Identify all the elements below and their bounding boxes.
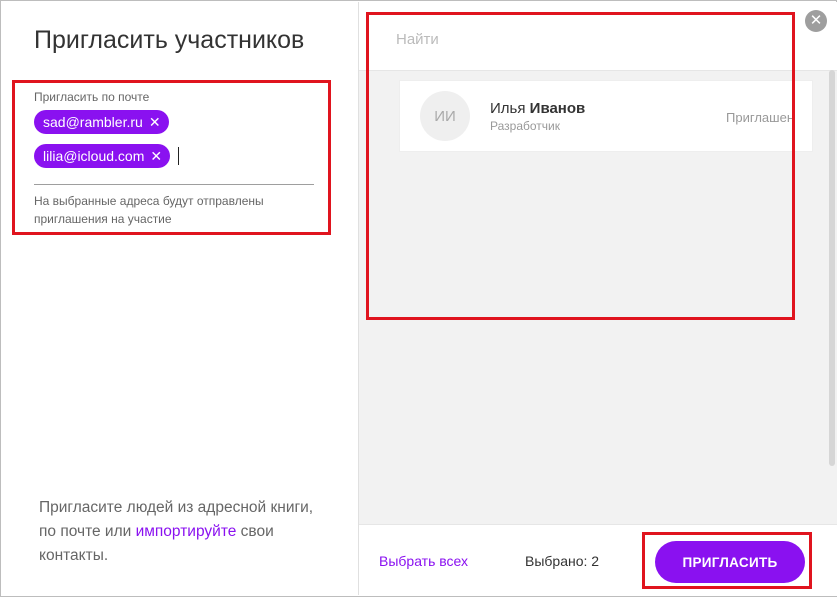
- annotation-box: [366, 12, 795, 320]
- import-link[interactable]: импортируйте: [136, 523, 237, 540]
- annotation-box: [642, 532, 812, 589]
- close-icon[interactable]: ✕: [805, 10, 827, 32]
- import-contacts-text: Пригласите людей из адресной книги, по п…: [39, 496, 319, 568]
- dialog-title: Пригласить участников: [34, 26, 305, 54]
- selected-count: Выбрано: 2: [525, 553, 600, 569]
- scrollbar[interactable]: [829, 70, 835, 466]
- annotation-box: [12, 80, 331, 235]
- select-all-link[interactable]: Выбрать всех: [379, 553, 468, 569]
